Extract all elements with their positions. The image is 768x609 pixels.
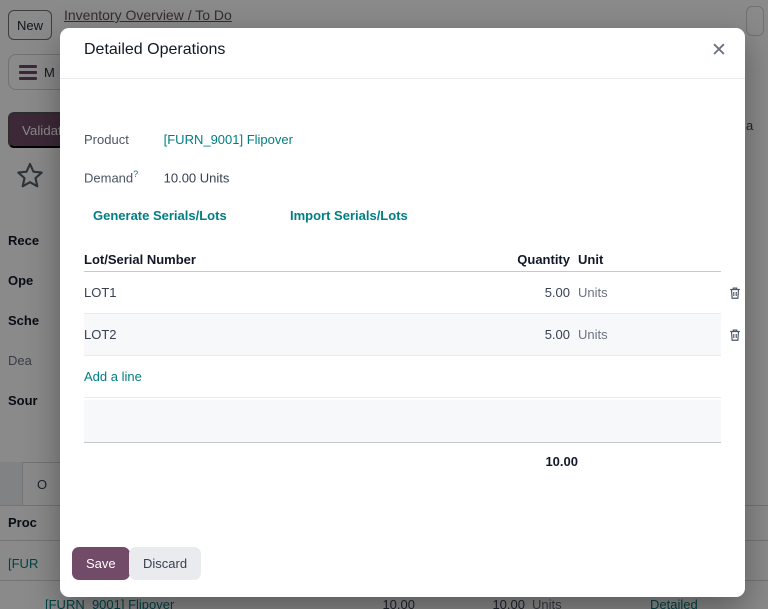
save-button[interactable]: Save — [72, 547, 130, 580]
unit-cell: Units — [578, 314, 608, 356]
product-field-row: Product [FURN_9001] Flipover — [84, 132, 293, 147]
demand-value: 10.00 Units — [164, 170, 230, 185]
import-serials-button[interactable]: Import Serials/Lots — [290, 208, 408, 223]
help-icon: ? — [133, 169, 138, 179]
delete-row-button[interactable] — [720, 272, 750, 314]
add-line-row: Add a line — [84, 356, 721, 398]
quantity-total: 10.00 — [84, 454, 578, 469]
quantity-cell[interactable]: 5.00 — [440, 314, 570, 356]
product-label: Product — [84, 132, 160, 147]
empty-table-row — [84, 400, 721, 443]
demand-label: Demand? — [84, 169, 160, 185]
delete-row-button[interactable] — [720, 314, 750, 356]
lot-table-row[interactable]: LOT2 5.00 Units — [84, 314, 721, 356]
modal-title: Detailed Operations — [84, 41, 225, 59]
lot-number-cell[interactable]: LOT2 — [84, 314, 117, 356]
product-value-link[interactable]: [FURN_9001] Flipover — [164, 132, 293, 147]
divider — [60, 78, 745, 79]
trash-icon — [728, 286, 742, 300]
quantity-cell[interactable]: 5.00 — [440, 272, 570, 314]
demand-field-row: Demand? 10.00 Units — [84, 169, 229, 185]
trash-icon — [728, 328, 742, 342]
unit-cell: Units — [578, 272, 608, 314]
close-icon[interactable]: ✕ — [705, 36, 733, 64]
lot-number-cell[interactable]: LOT1 — [84, 272, 117, 314]
lot-table-row[interactable]: LOT1 5.00 Units — [84, 272, 721, 314]
col-header-lot: Lot/Serial Number — [84, 252, 196, 267]
add-a-line-button[interactable]: Add a line — [84, 356, 142, 398]
detailed-operations-modal: Detailed Operations ✕ Product [FURN_9001… — [60, 28, 745, 597]
generate-serials-button[interactable]: Generate Serials/Lots — [93, 208, 227, 223]
screen: New Inventory Overview / To Do M Validat… — [0, 0, 768, 609]
discard-button[interactable]: Discard — [129, 547, 201, 580]
col-header-unit: Unit — [578, 252, 603, 267]
col-header-quantity: Quantity — [440, 252, 570, 267]
